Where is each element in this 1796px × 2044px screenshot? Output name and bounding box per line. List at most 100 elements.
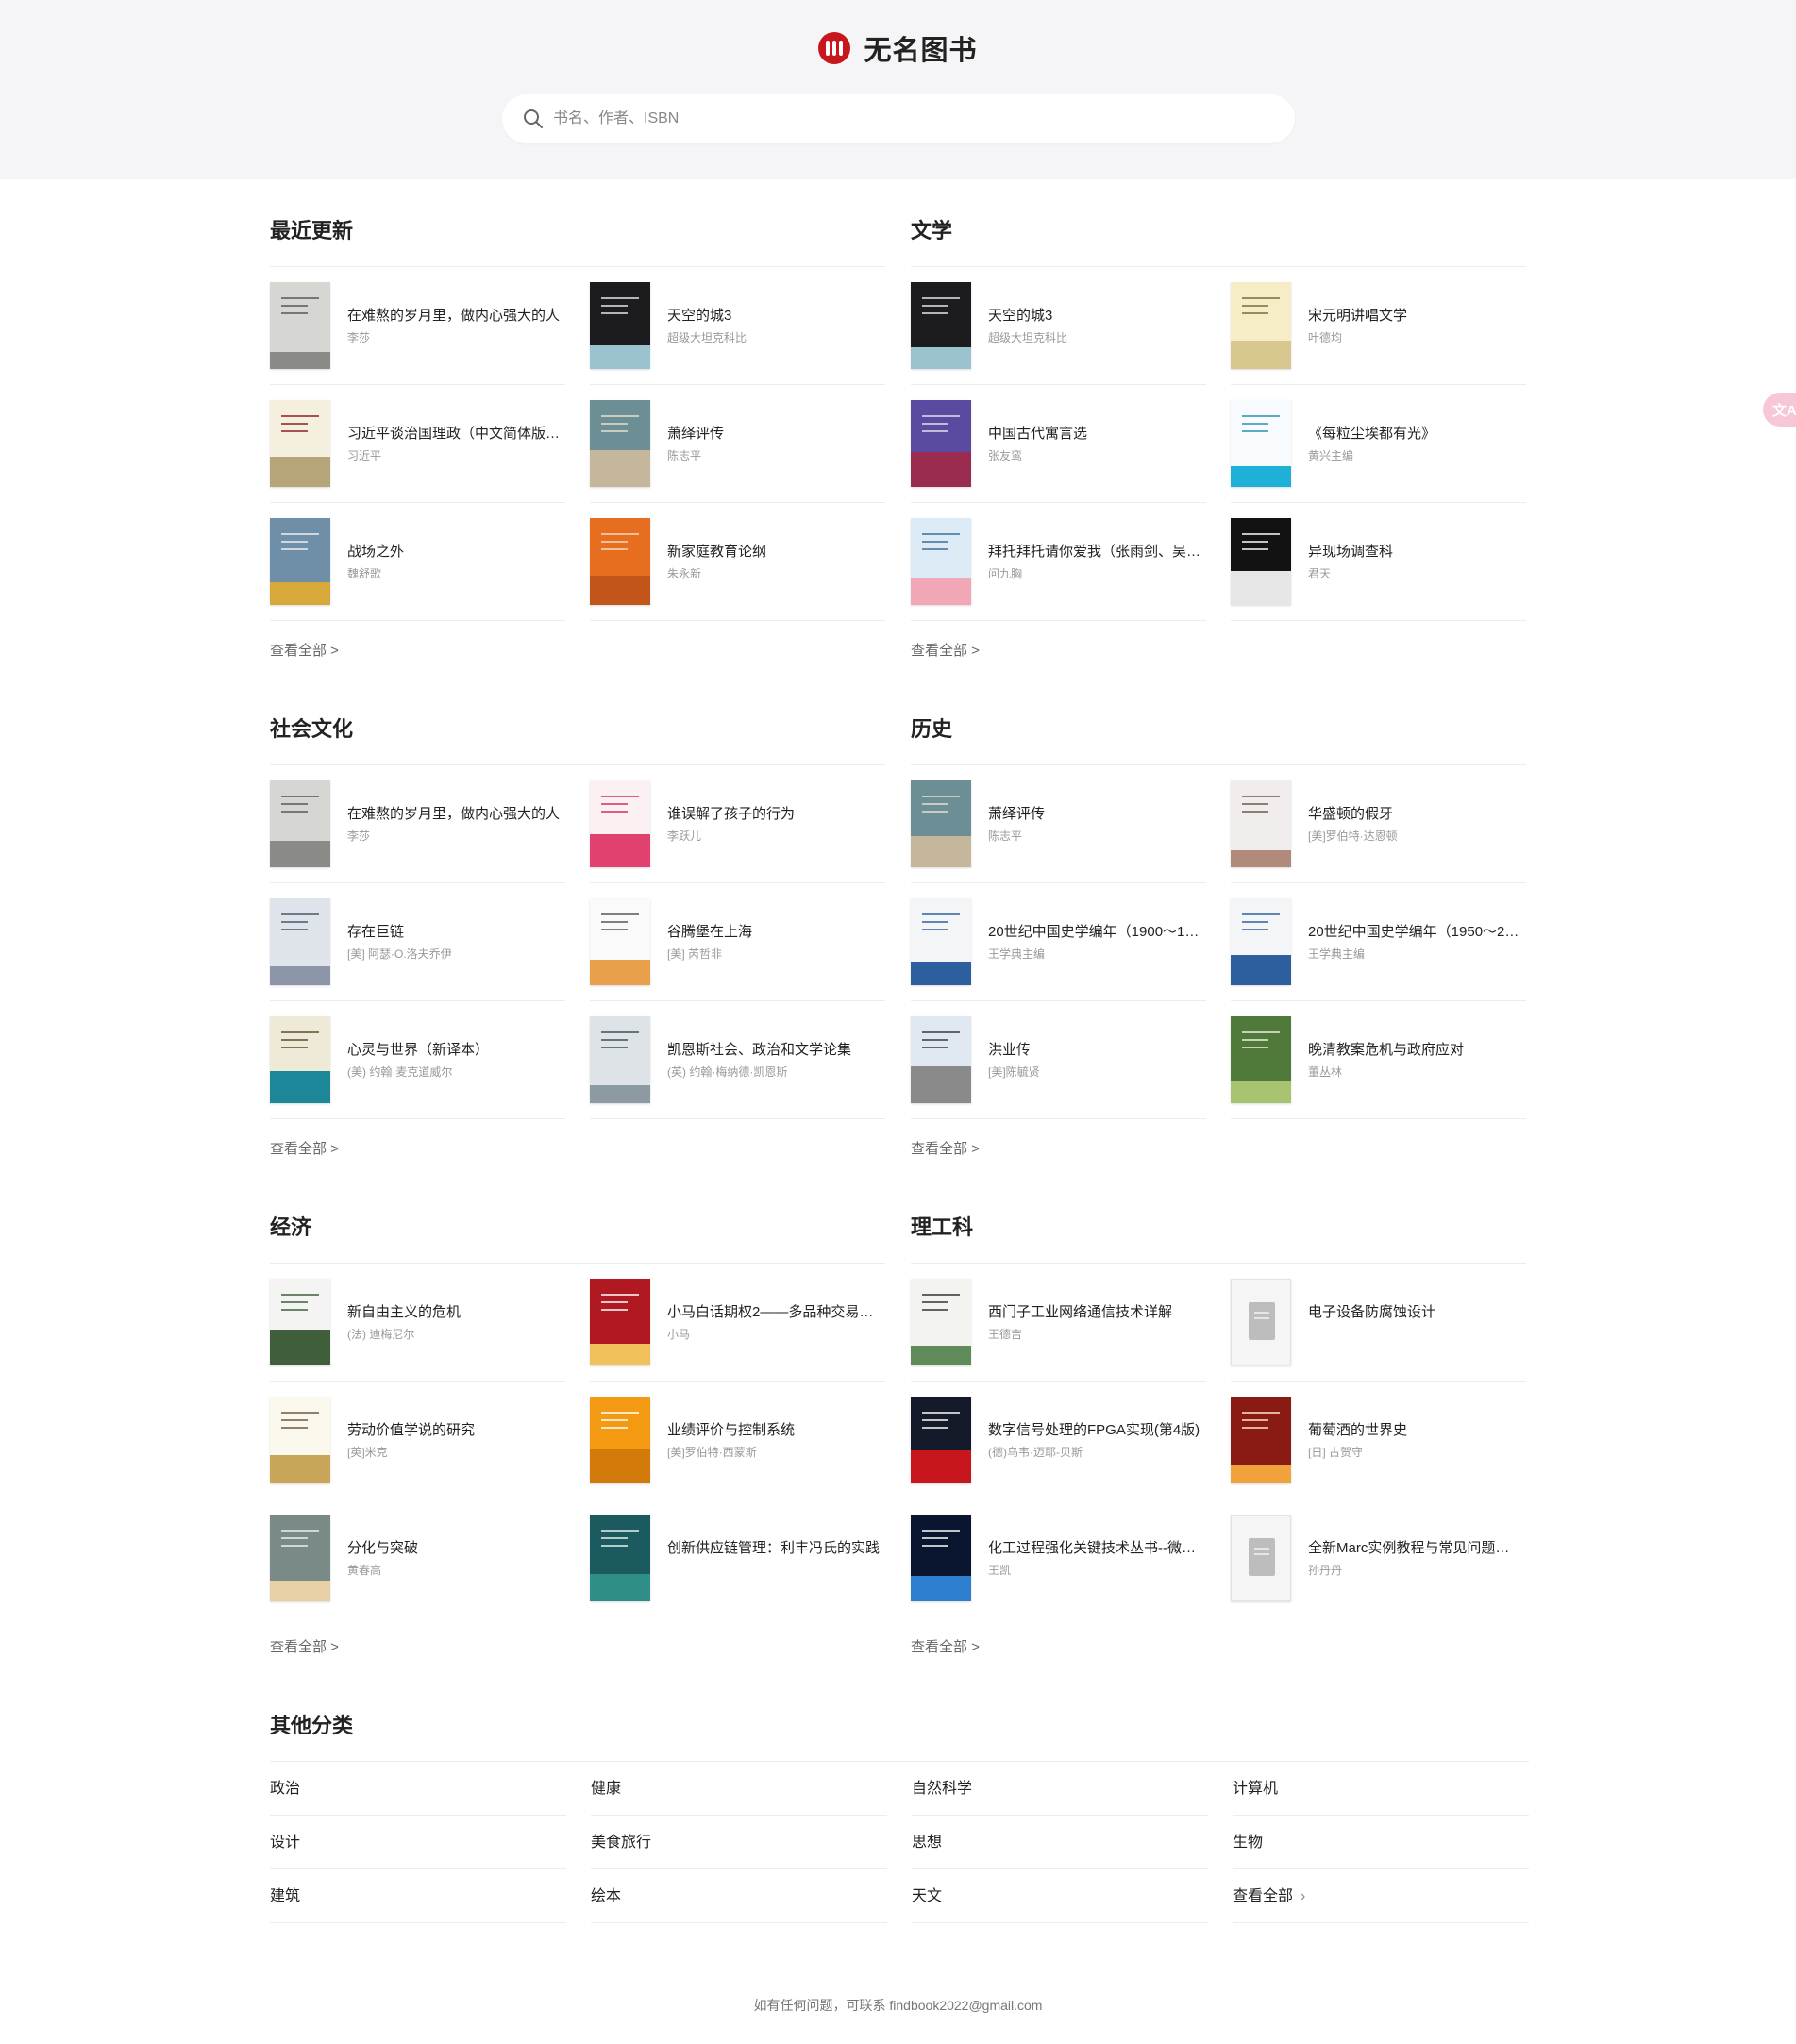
view-all-link[interactable]: 查看全部 > [270,640,339,660]
section-title[interactable]: 最近更新 [270,215,885,247]
section-title[interactable]: 历史 [911,713,1526,746]
category-link[interactable]: 健康 [591,1762,887,1816]
category-link[interactable]: 政治 [270,1762,566,1816]
category-link[interactable]: 计算机 [1233,1762,1529,1816]
book-cover[interactable] [590,400,650,487]
brand[interactable]: 无名图书 [0,28,1796,68]
view-all-categories-link[interactable]: 查看全部 › [1233,1869,1529,1923]
book-item[interactable]: 萧绎评传 陈志平 [590,385,885,503]
book-item[interactable]: 西门子工业网络通信技术详解 王德吉 [911,1264,1206,1382]
book-cover[interactable] [270,1397,330,1483]
book-title[interactable]: 洪业传 [988,1040,1203,1061]
book-title[interactable]: 心灵与世界（新译本） [347,1040,562,1061]
book-item[interactable]: 业绩评价与控制系统 [美]罗伯特·西蒙斯 [590,1382,885,1499]
view-all-link[interactable]: 查看全部 > [911,1138,980,1158]
translate-button[interactable]: 文A [1763,393,1796,427]
book-item[interactable]: 新自由主义的危机 (法) 迪梅尼尔 [270,1264,565,1382]
book-title[interactable]: 宋元明讲唱文学 [1308,306,1523,327]
book-cover[interactable] [270,282,330,369]
book-title[interactable]: 天空的城3 [667,306,882,327]
book-cover[interactable] [590,780,650,867]
book-item[interactable]: 葡萄酒的世界史 [日] 古贺守 [1231,1382,1526,1499]
book-cover[interactable] [1231,1515,1291,1601]
book-item[interactable]: 《每粒尘埃都有光》 黄兴主编 [1231,385,1526,503]
book-title[interactable]: 分化与突破 [347,1538,562,1559]
view-all-link[interactable]: 查看全部 > [911,640,980,660]
book-cover[interactable] [1231,400,1291,487]
book-title[interactable]: 华盛顿的假牙 [1308,804,1523,825]
book-item[interactable]: 异现场调查科 君天 [1231,503,1526,621]
book-cover[interactable] [911,898,971,985]
book-title[interactable]: 异现场调查科 [1308,542,1523,562]
book-cover[interactable] [270,898,330,985]
book-cover[interactable] [590,1515,650,1601]
book-title[interactable]: 天空的城3 [988,306,1203,327]
book-cover[interactable] [911,1016,971,1103]
book-cover[interactable] [911,518,971,605]
book-cover[interactable] [590,518,650,605]
search-input[interactable] [553,110,1270,127]
book-title[interactable]: 战场之外 [347,542,562,562]
book-item[interactable]: 天空的城3 超级大坦克科比 [911,267,1206,385]
book-title[interactable]: 在难熬的岁月里，做内心强大的人 [347,804,562,825]
book-item[interactable]: 创新供应链管理：利丰冯氏的实践 [590,1499,885,1617]
book-cover[interactable] [911,1279,971,1365]
book-cover[interactable] [1231,780,1291,867]
book-title[interactable]: 萧绎评传 [988,804,1203,825]
book-item[interactable]: 拜托拜托请你爱我（张雨剑、吴倩主演） 问九胸 [911,503,1206,621]
category-link[interactable]: 设计 [270,1816,566,1869]
book-item[interactable]: 心灵与世界（新译本） (美) 约翰·麦克道威尔 [270,1001,565,1119]
book-cover[interactable] [590,1397,650,1483]
book-item[interactable]: 晚清教案危机与政府应对 董丛林 [1231,1001,1526,1119]
search-bar[interactable] [502,94,1295,143]
book-item[interactable]: 在难熬的岁月里，做内心强大的人 李莎 [270,765,565,883]
section-title[interactable]: 社会文化 [270,713,885,746]
book-item[interactable]: 华盛顿的假牙 [美]罗伯特·达恩顿 [1231,765,1526,883]
book-title[interactable]: 葡萄酒的世界史 [1308,1420,1523,1441]
book-title[interactable]: 萧绎评传 [667,424,882,444]
book-title[interactable]: 《每粒尘埃都有光》 [1308,424,1523,444]
book-cover[interactable] [270,400,330,487]
book-title[interactable]: 数字信号处理的FPGA实现(第4版) [988,1420,1203,1441]
book-item[interactable]: 谁误解了孩子的行为 李跃儿 [590,765,885,883]
category-link[interactable]: 自然科学 [912,1762,1208,1816]
book-title[interactable]: 凯恩斯社会、政治和文学论集 [667,1040,882,1061]
book-cover[interactable] [270,1016,330,1103]
book-title[interactable]: 在难熬的岁月里，做内心强大的人 [347,306,562,327]
book-title[interactable]: 中国古代寓言选 [988,424,1203,444]
book-item[interactable]: 电子设备防腐蚀设计 [1231,1264,1526,1382]
view-all-link[interactable]: 查看全部 > [270,1138,339,1158]
book-item[interactable]: 存在巨链 [美] 阿瑟·O.洛夫乔伊 [270,883,565,1001]
book-item[interactable]: 数字信号处理的FPGA实现(第4版) (德)乌韦·迈耶-贝斯 [911,1382,1206,1499]
book-cover[interactable] [1231,1397,1291,1483]
book-item[interactable]: 谷腾堡在上海 [美] 芮哲非 [590,883,885,1001]
book-title[interactable]: 20世纪中国史学编年（1900～1949） [988,922,1203,943]
book-cover[interactable] [1231,282,1291,369]
book-title[interactable]: 谁误解了孩子的行为 [667,804,882,825]
book-title[interactable]: 新自由主义的危机 [347,1302,562,1323]
book-title[interactable]: 创新供应链管理：利丰冯氏的实践 [667,1538,882,1559]
book-item[interactable]: 萧绎评传 陈志平 [911,765,1206,883]
book-title[interactable]: 新家庭教育论纲 [667,542,882,562]
book-item[interactable]: 化工过程强化关键技术丛书--微化工技术王凯 [911,1499,1206,1617]
book-item[interactable]: 习近平谈治国理政（中文简体版第一卷） 习近平 [270,385,565,503]
view-all-link[interactable]: 查看全部 > [270,1636,339,1656]
book-item[interactable]: 天空的城3 超级大坦克科比 [590,267,885,385]
book-title[interactable]: 习近平谈治国理政（中文简体版第一卷） [347,424,562,444]
book-item[interactable]: 凯恩斯社会、政治和文学论集 (英) 约翰·梅纳德·凯恩斯 [590,1001,885,1119]
book-item[interactable]: 分化与突破 黄春高 [270,1499,565,1617]
book-item[interactable]: 中国古代寓言选 张友鸾 [911,385,1206,503]
category-link[interactable]: 天文 [912,1869,1208,1923]
book-cover[interactable] [270,1279,330,1365]
section-title[interactable]: 理工科 [911,1212,1526,1244]
section-title[interactable]: 文学 [911,215,1526,247]
book-title[interactable]: 电子设备防腐蚀设计 [1308,1302,1523,1323]
book-cover[interactable] [911,400,971,487]
book-title[interactable]: 存在巨链 [347,922,562,943]
book-title[interactable]: 业绩评价与控制系统 [667,1420,882,1441]
book-cover[interactable] [1231,898,1291,985]
book-cover[interactable] [590,1279,650,1365]
book-cover[interactable] [590,282,650,369]
book-cover[interactable] [590,898,650,985]
book-cover[interactable] [590,1016,650,1103]
